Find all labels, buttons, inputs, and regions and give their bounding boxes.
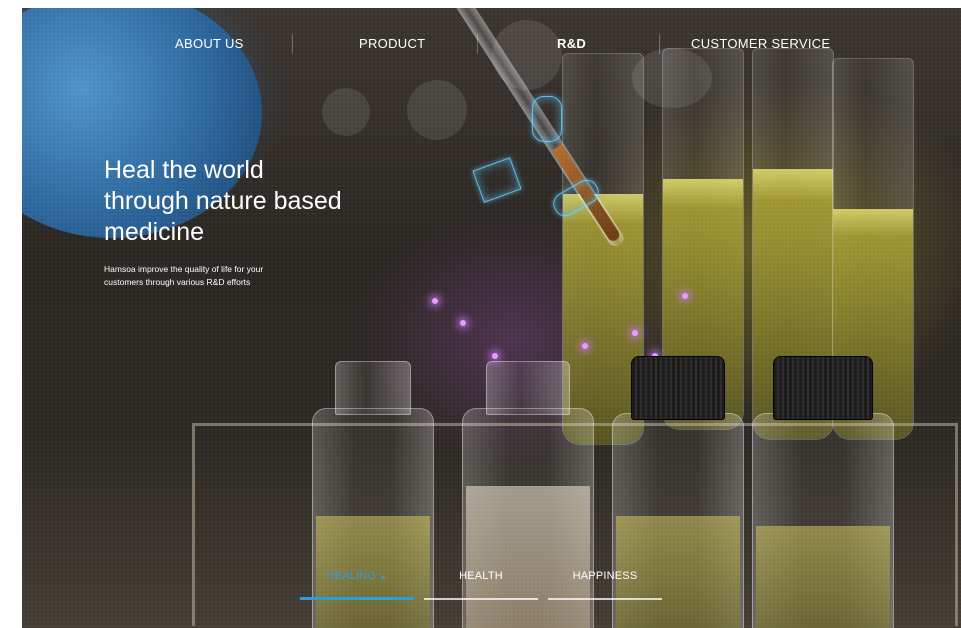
sparkle — [632, 330, 638, 336]
hero-banner: ABOUT US PRODUCT R&D CUSTOMER SERVICE He… — [22, 8, 961, 628]
hero-subtitle-line: Hamsoa improve the quality of life for y… — [104, 264, 264, 274]
nav-about-us[interactable]: ABOUT US — [175, 36, 244, 51]
tab-happiness[interactable]: HAPPINESS — [548, 570, 662, 600]
bokeh-light — [322, 88, 370, 136]
bokeh-light — [407, 80, 467, 140]
nav-divider — [292, 34, 293, 54]
hero-title-line: Heal the world — [104, 156, 264, 184]
sparkle — [682, 293, 688, 299]
tab-healing[interactable]: HEALING ▲ — [300, 570, 414, 600]
hero-subtitle-line: customers through various R&D efforts — [104, 277, 251, 287]
tab-underline — [424, 598, 538, 600]
tab-health-label: HEALTH — [459, 570, 503, 582]
hero-subtitle: Hamsoa improve the quality of life for y… — [104, 263, 314, 289]
tab-underline — [548, 598, 662, 600]
bottle-image — [752, 356, 894, 628]
tab-happiness-label: HAPPINESS — [572, 570, 638, 582]
tab-label: HEALING ▲ — [300, 570, 414, 582]
molecule-graphic — [532, 96, 562, 142]
nav-divider — [659, 34, 660, 54]
sparkle — [492, 353, 498, 359]
nav-rnd[interactable]: R&D — [557, 36, 586, 51]
hero-title-line: through nature based — [104, 187, 342, 215]
molecule-graphic — [472, 157, 522, 203]
tab-health[interactable]: HEALTH — [424, 570, 538, 600]
tab-healing-label: HEALING — [326, 570, 377, 582]
nav-customer-service[interactable]: CUSTOMER SERVICE — [691, 36, 830, 51]
nav-divider — [477, 34, 478, 54]
hero-title-line: medicine — [104, 218, 205, 246]
sparkle — [432, 298, 438, 304]
tab-underline — [300, 597, 414, 600]
top-nav: ABOUT US PRODUCT R&D CUSTOMER SERVICE — [22, 34, 961, 58]
sparkle — [582, 343, 588, 349]
nav-product[interactable]: PRODUCT — [359, 36, 425, 51]
sparkle — [460, 320, 466, 326]
triangle-up-icon: ▲ — [379, 572, 388, 581]
hero-title: Heal the world through nature based medi… — [104, 155, 424, 248]
